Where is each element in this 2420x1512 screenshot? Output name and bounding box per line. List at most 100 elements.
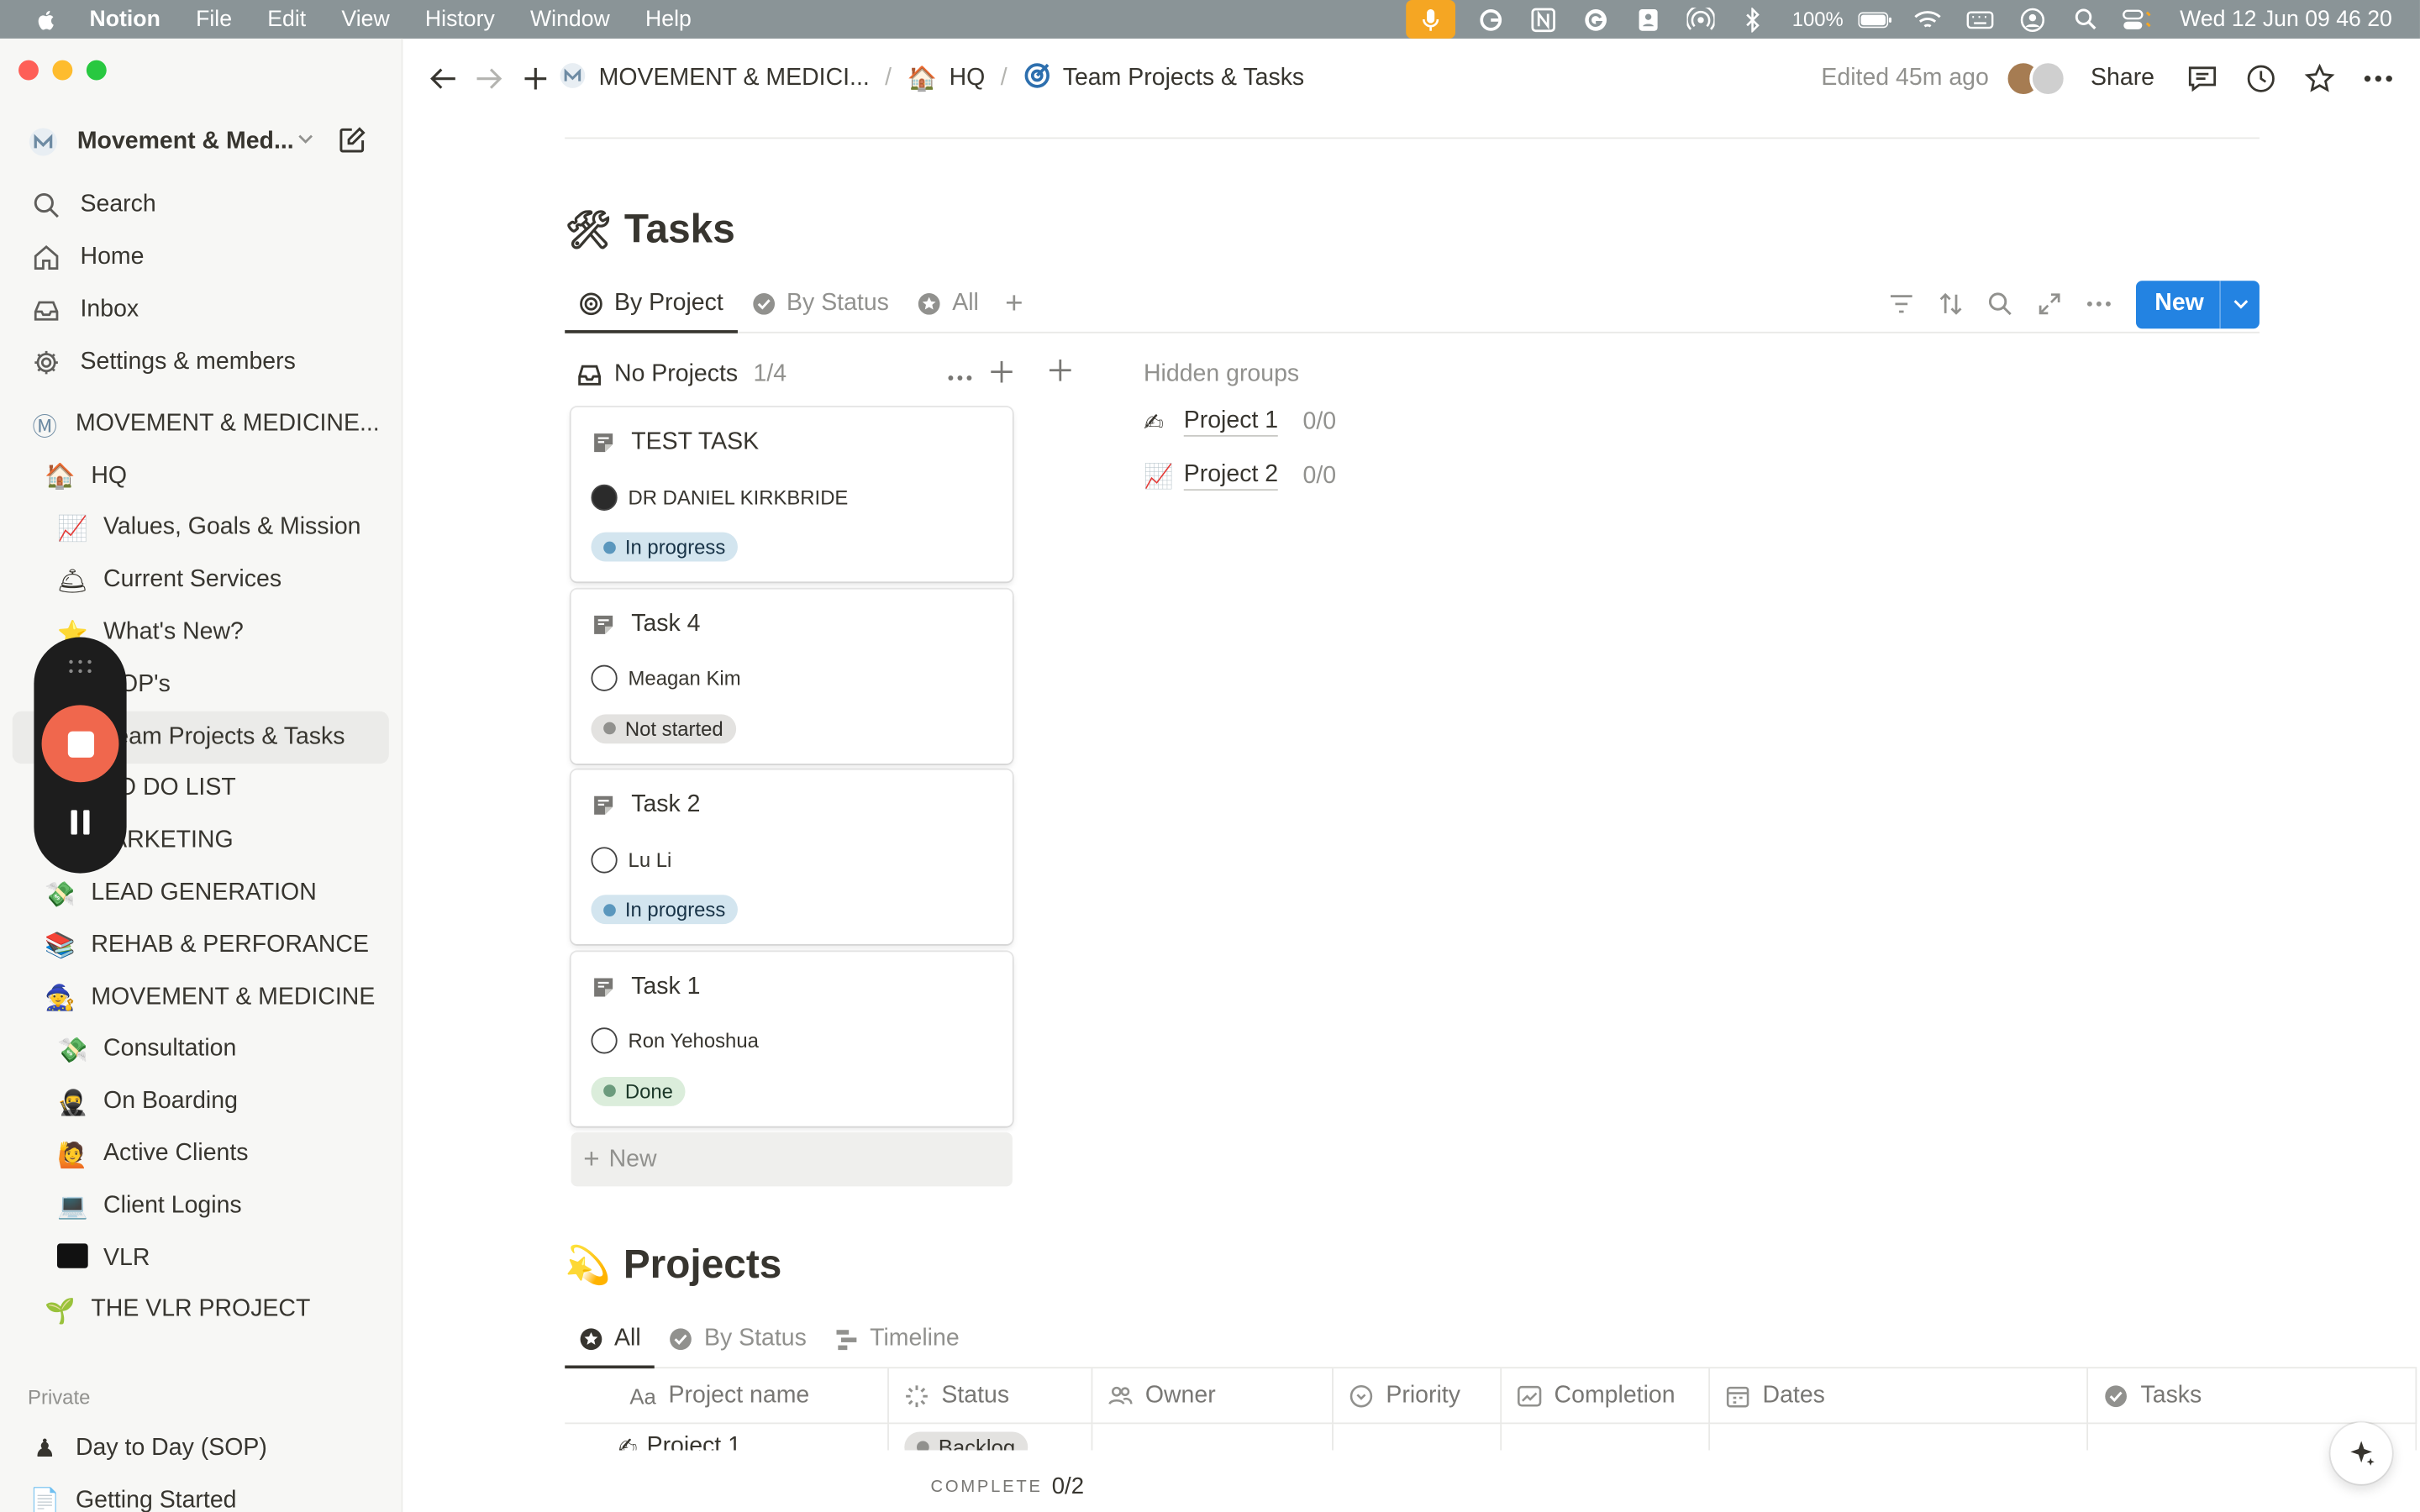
sidebar-item-home[interactable]: Home — [18, 232, 382, 284]
favorite-star-icon[interactable] — [2296, 55, 2343, 102]
task-card[interactable]: Task 1 Ron Yehoshua Done — [571, 951, 1013, 1126]
close-window-button[interactable] — [18, 60, 39, 81]
wifi-icon[interactable] — [1912, 5, 1945, 33]
sidebar-item-consultation[interactable]: 💸 Consultation — [13, 1024, 389, 1076]
add-card-icon[interactable] — [991, 360, 1013, 390]
menu-file[interactable]: File — [196, 7, 232, 31]
battery-icon[interactable] — [1859, 5, 1892, 33]
projects-database-title[interactable]: 💫 Projects — [565, 1241, 781, 1289]
bluetooth-icon[interactable] — [1737, 5, 1770, 33]
tab-by-status[interactable]: By Status — [655, 1311, 820, 1367]
user-icon[interactable] — [2016, 5, 2049, 33]
last-edited-label[interactable]: Edited 45m ago — [1821, 65, 1988, 92]
sidebar-item-getting-started[interactable]: 📄 Getting Started — [13, 1475, 389, 1512]
zoom-window-button[interactable] — [86, 60, 107, 81]
column-header-dates[interactable]: Dates — [1710, 1368, 2089, 1425]
new-task-button[interactable]: New — [2136, 280, 2260, 328]
board-column-header[interactable]: No Projects 1/4 — [577, 354, 1013, 395]
g-circle-icon[interactable] — [1579, 5, 1612, 33]
sidebar-item-day-to-day[interactable]: ♟ Day to Day (SOP) — [13, 1422, 389, 1474]
menu-help[interactable]: Help — [645, 7, 692, 31]
add-group-icon[interactable] — [1048, 358, 1072, 391]
sidebar-item-rehab[interactable]: 📚 REHAB & PERFORANCE — [13, 920, 389, 972]
search-icon[interactable] — [1975, 281, 2025, 327]
column-header-tasks[interactable]: Tasks — [2088, 1368, 2417, 1425]
add-view-icon[interactable]: + — [992, 276, 1035, 332]
expand-icon[interactable] — [2025, 281, 2075, 327]
notion-icon[interactable] — [1527, 5, 1560, 33]
minimize-window-button[interactable] — [52, 60, 73, 81]
tab-by-project[interactable]: By Project — [565, 276, 737, 333]
page-icon — [594, 795, 613, 815]
sidebar-item-on-boarding[interactable]: 🥷 On Boarding — [13, 1076, 389, 1128]
workspace-switcher[interactable]: Movement & Med... — [28, 125, 380, 159]
sidebar-item-vlr[interactable]: VLR — [13, 1232, 389, 1284]
hidden-group-item[interactable]: ✍ Project 1 0/0 — [1144, 395, 1336, 449]
filter-icon[interactable] — [1877, 281, 1927, 327]
tab-timeline[interactable]: Timeline — [820, 1311, 973, 1367]
spotlight-icon[interactable] — [2069, 5, 2102, 33]
tab-all[interactable]: All — [902, 276, 992, 332]
control-center-icon[interactable] — [2121, 5, 2154, 33]
tab-all[interactable]: All — [565, 1311, 655, 1369]
microphone-icon[interactable] — [1406, 0, 1456, 39]
sort-icon[interactable] — [1926, 281, 1975, 327]
more-options-icon[interactable] — [2075, 281, 2124, 327]
sidebar-item-client-logins[interactable]: 💻 Client Logins — [13, 1180, 389, 1232]
menu-edit[interactable]: Edit — [267, 7, 306, 31]
column-header-owner[interactable]: Owner — [1092, 1368, 1334, 1425]
sidebar-item-movement-medicine[interactable]: 🧙 MOVEMENT & MEDICINE — [13, 972, 389, 1024]
grammarly-icon[interactable] — [1474, 5, 1507, 33]
notion-ai-button[interactable] — [2330, 1422, 2392, 1484]
sidebar-item-current-services[interactable]: 🛎 Current Services — [13, 554, 389, 606]
hidden-group-item[interactable]: 📈 Project 2 0/0 — [1144, 449, 1336, 502]
compose-icon[interactable] — [336, 125, 367, 156]
task-card[interactable]: Task 4 Meagan Kim Not started — [571, 588, 1013, 764]
add-new-card-button[interactable]: + New — [571, 1132, 1013, 1187]
forward-arrow-icon[interactable] — [466, 55, 513, 102]
column-header-completion[interactable]: Completion — [1502, 1368, 1711, 1425]
sidebar-item-settings[interactable]: Settings & members — [18, 336, 382, 388]
sidebar-item-inbox[interactable]: Inbox — [18, 284, 382, 336]
share-button[interactable]: Share — [2091, 65, 2154, 92]
contacts-icon[interactable] — [1632, 5, 1665, 33]
tasks-database-title[interactable]: 🛠 Tasks — [565, 205, 735, 253]
menu-window[interactable]: Window — [530, 7, 610, 31]
column-header-project-name[interactable]: Aa Project name — [565, 1368, 889, 1425]
column-header-priority[interactable]: Priority — [1334, 1368, 1502, 1425]
drag-handle-icon[interactable] — [68, 659, 92, 674]
chevron-down-icon[interactable] — [2219, 280, 2260, 328]
add-page-icon[interactable] — [513, 55, 559, 102]
menubar-clock[interactable]: Wed 12 Jun 09 46 20 — [2180, 7, 2392, 31]
completion-summary[interactable]: COMPLETE 0/2 — [931, 1473, 1085, 1499]
sidebar-item-lead-generation[interactable]: 💸 LEAD GENERATION — [13, 868, 389, 920]
menu-view[interactable]: View — [341, 7, 389, 31]
breadcrumb-item-current[interactable]: Team Projects & Tasks — [1063, 65, 1304, 92]
more-options-icon[interactable] — [948, 360, 972, 390]
airdrop-icon[interactable] — [1684, 5, 1718, 33]
apple-icon[interactable] — [34, 7, 58, 31]
menu-history[interactable]: History — [425, 7, 495, 31]
history-clock-icon[interactable] — [2238, 55, 2284, 102]
keyboard-icon[interactable] — [1964, 5, 1997, 33]
task-card[interactable]: Task 2 Lu Li In progress — [571, 769, 1013, 945]
sidebar-item-hq[interactable]: 🏠 HQ — [13, 450, 389, 502]
tab-by-status[interactable]: By Status — [737, 276, 902, 332]
menu-app-name[interactable]: Notion — [90, 7, 160, 31]
more-options-icon[interactable] — [2355, 55, 2402, 102]
sidebar-item-vlr-project[interactable]: 🌱 THE VLR PROJECT — [13, 1284, 389, 1336]
column-header-status[interactable]: Status — [889, 1368, 1093, 1425]
task-card[interactable]: TEST TASK DR DANIEL KIRKBRIDE In progres… — [571, 407, 1013, 582]
sidebar-item-search[interactable]: Search — [18, 179, 382, 231]
breadcrumb-item-workspace[interactable]: MOVEMENT & MEDICI... — [599, 65, 870, 92]
sidebar-item-active-clients[interactable]: 🙋 Active Clients — [13, 1128, 389, 1180]
comments-icon[interactable] — [2179, 55, 2225, 102]
back-arrow-icon[interactable] — [420, 55, 466, 102]
pause-recording-button[interactable] — [70, 810, 92, 835]
collaborator-avatars[interactable] — [2004, 60, 2066, 97]
stop-recording-button[interactable] — [41, 705, 119, 783]
breadcrumb-item-hq[interactable]: HQ — [950, 65, 986, 92]
sidebar-item-values[interactable]: 📈 Values, Goals & Mission — [13, 502, 389, 554]
sidebar-item-movement-medicine-root[interactable]: Ⓜ MOVEMENT & MEDICINE... — [13, 398, 389, 450]
chevron-down-icon[interactable] — [297, 129, 315, 148]
